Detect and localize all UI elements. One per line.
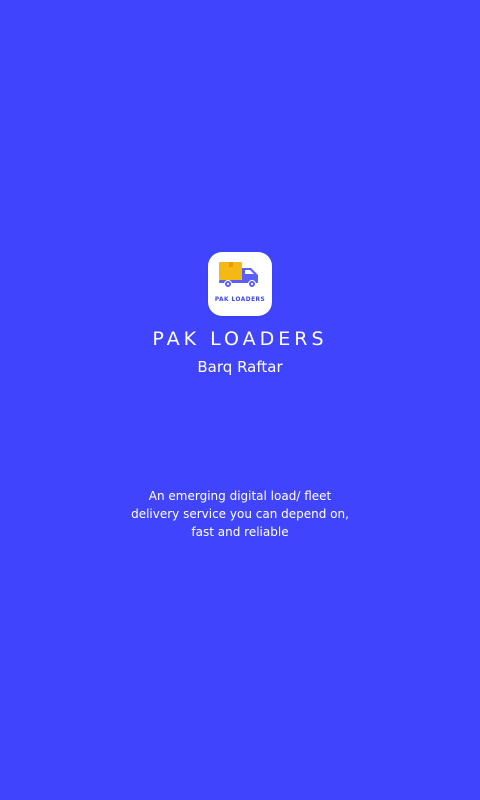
delivery-truck-icon — [219, 262, 258, 288]
description-line: delivery service you can depend on, — [131, 507, 349, 521]
app-title: PAK LOADERS — [152, 328, 328, 350]
app-description: An emerging digital load/ fleet delivery… — [120, 487, 360, 541]
logo-text: PAK LOADERS — [214, 297, 266, 303]
app-tagline: Barq Raftar — [197, 358, 283, 376]
description-line: fast and reliable — [191, 525, 289, 539]
splash-screen: PAK LOADERS PAK LOADERS Barq Raftar An e… — [0, 0, 480, 800]
app-logo: PAK LOADERS — [208, 252, 272, 316]
description-line: An emerging digital load/ fleet — [148, 489, 332, 503]
